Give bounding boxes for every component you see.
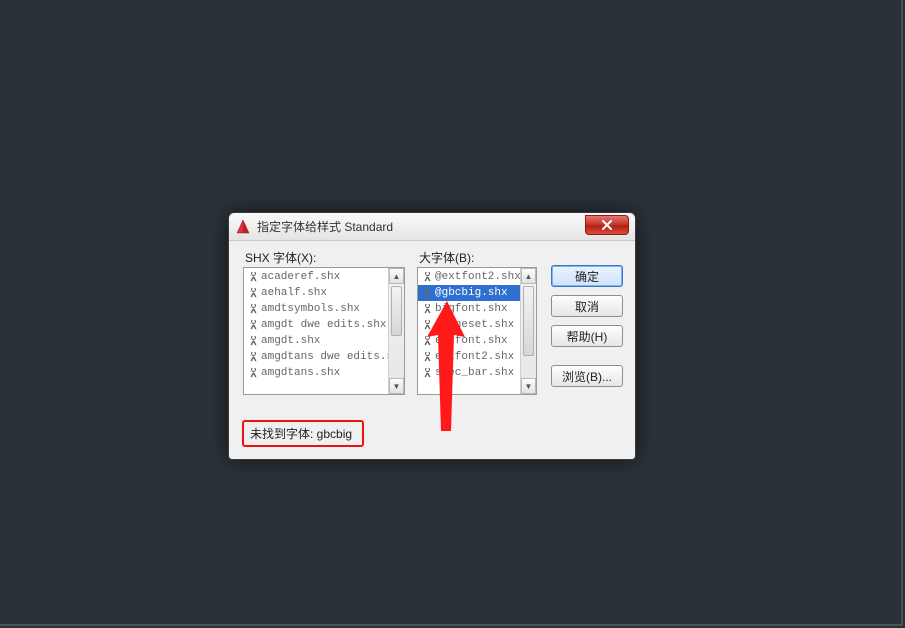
font-file-icon (247, 319, 259, 331)
font-name: bigfont.shx (435, 303, 508, 315)
font-name: amgdt.shx (261, 335, 320, 347)
list-item[interactable]: amgdtans.shx (244, 365, 404, 381)
font-file-icon (247, 335, 259, 347)
font-name: aehalf.shx (261, 287, 327, 299)
scroll-up-button[interactable]: ▲ (389, 268, 404, 284)
font-name: amgdtans.shx (261, 367, 340, 379)
button-column: 确定 取消 帮助(H) 浏览(B)... (551, 265, 623, 395)
list-item[interactable]: acaderef.shx (244, 269, 404, 285)
missing-font-status: 未找到字体: gbcbig (242, 420, 364, 447)
font-file-icon (247, 271, 259, 283)
font-file-icon (247, 303, 259, 315)
list-item[interactable]: @gbcbig.shx (418, 285, 536, 301)
list-item[interactable]: amgdtans dwe edits.shx (244, 349, 404, 365)
scroll-thumb[interactable] (523, 286, 534, 356)
shx-font-listbox[interactable]: acaderef.shx aehalf.shx amdtsymbols.shx amg… (243, 267, 405, 395)
scrollbar[interactable]: ▲ ▼ (520, 268, 536, 394)
font-file-icon (421, 367, 433, 379)
scroll-down-button[interactable]: ▼ (389, 378, 404, 394)
list-item[interactable]: extfont.shx (418, 333, 536, 349)
list-item[interactable]: spec_bar.shx (418, 365, 536, 381)
font-name: @extfont2.shx (435, 271, 521, 283)
close-button[interactable] (585, 215, 629, 235)
shx-font-label: SHX 字体(X): (245, 249, 316, 266)
list-item[interactable]: amgdt dwe edits.shx (244, 317, 404, 333)
app-icon (235, 219, 251, 235)
font-name: extfont2.shx (435, 351, 514, 363)
list-item[interactable]: extfont2.shx (418, 349, 536, 365)
font-name: acaderef.shx (261, 271, 340, 283)
scroll-thumb[interactable] (391, 286, 402, 336)
font-file-icon (421, 303, 433, 315)
help-button[interactable]: 帮助(H) (551, 325, 623, 347)
cancel-button[interactable]: 取消 (551, 295, 623, 317)
list-item[interactable]: @extfont2.shx (418, 269, 536, 285)
list-item[interactable]: amgdt.shx (244, 333, 404, 349)
font-file-icon (247, 287, 259, 299)
font-file-icon (247, 351, 259, 363)
font-name: spec_bar.shx (435, 367, 514, 379)
dialog-title: 指定字体给样式 Standard (257, 218, 393, 235)
font-name: @gbcbig.shx (435, 287, 508, 299)
scroll-up-button[interactable]: ▲ (521, 268, 536, 284)
list-item[interactable]: bigfont.shx (418, 301, 536, 317)
ok-button[interactable]: 确定 (551, 265, 623, 287)
font-name: amgdt dwe edits.shx (261, 319, 386, 331)
list-item[interactable]: chineset.shx (418, 317, 536, 333)
font-dialog: 指定字体给样式 Standard SHX 字体(X): 大字体(B): acad… (228, 212, 636, 460)
scrollbar[interactable]: ▲ ▼ (388, 268, 404, 394)
font-file-icon (421, 287, 433, 299)
font-file-icon (421, 271, 433, 283)
font-name: chineset.shx (435, 319, 514, 331)
list-item[interactable]: aehalf.shx (244, 285, 404, 301)
list-item[interactable]: amdtsymbols.shx (244, 301, 404, 317)
font-name: extfont.shx (435, 335, 508, 347)
browse-button[interactable]: 浏览(B)... (551, 365, 623, 387)
font-file-icon (421, 335, 433, 347)
font-name: amgdtans dwe edits.shx (261, 351, 404, 363)
titlebar[interactable]: 指定字体给样式 Standard (229, 213, 635, 241)
dialog-content: SHX 字体(X): 大字体(B): acaderef.shx aehalf.sh… (229, 241, 635, 459)
big-font-listbox[interactable]: @extfont2.shx @gbcbig.shx bigfont.shx chine… (417, 267, 537, 395)
big-font-label: 大字体(B): (419, 249, 474, 266)
scroll-down-button[interactable]: ▼ (521, 378, 536, 394)
font-name: amdtsymbols.shx (261, 303, 360, 315)
font-file-icon (247, 367, 259, 379)
font-file-icon (421, 319, 433, 331)
font-file-icon (421, 351, 433, 363)
